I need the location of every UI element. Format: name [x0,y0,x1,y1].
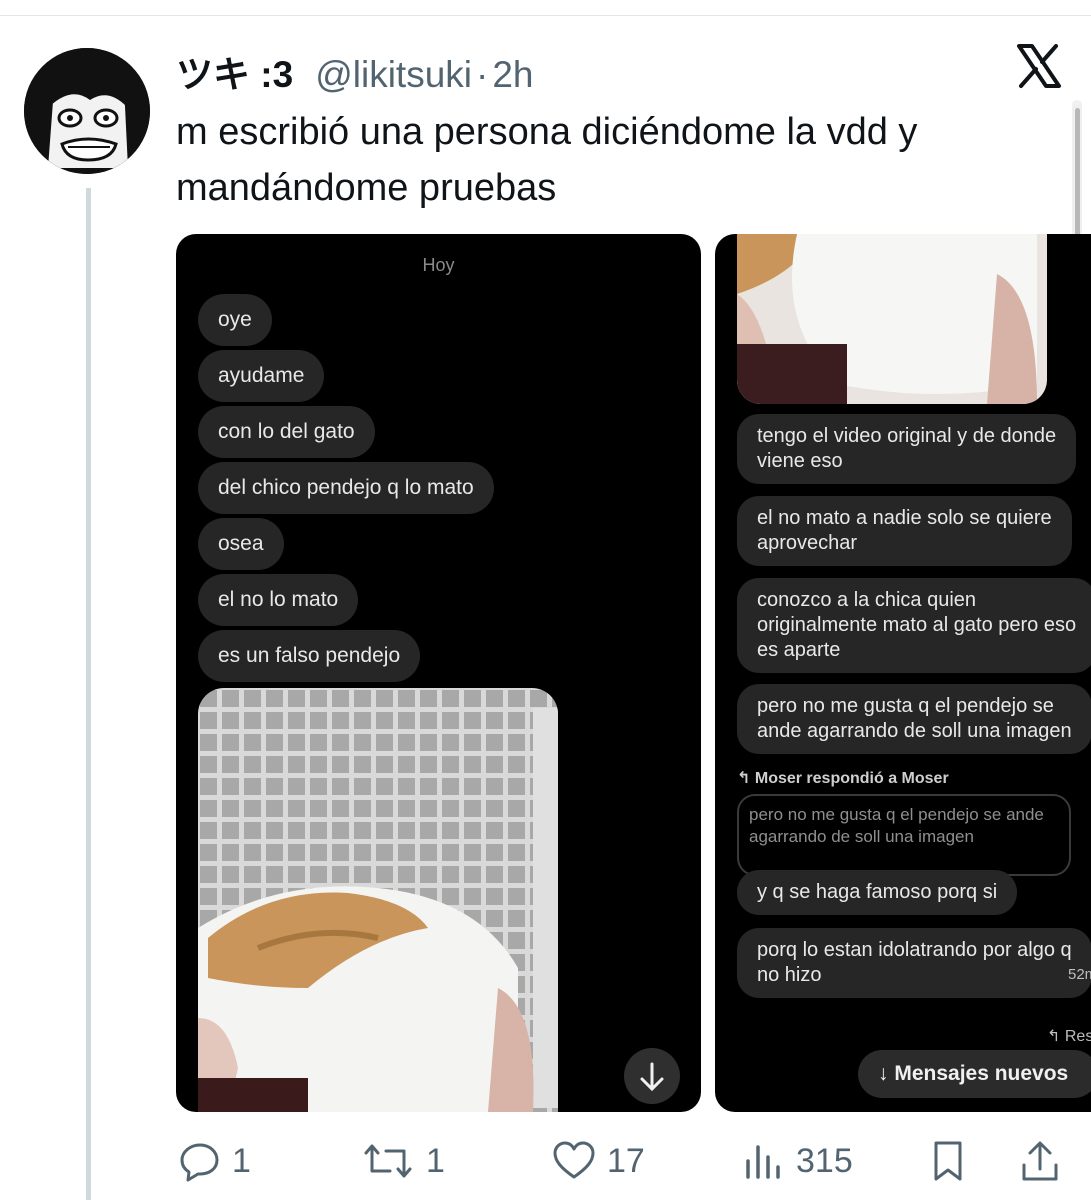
share-action[interactable] [1018,1140,1072,1182]
tweet-header: ツキ :3 @likitsuki · 2h [176,44,533,96]
quoted-message: pero no me gusta q el pendejo se ande ag… [737,794,1071,876]
separator-dot: · [476,54,489,95]
arrow-down-icon [640,1062,664,1092]
date-label: Hoy [422,255,455,275]
message-time: 52m [1068,966,1091,983]
thread-line [86,188,91,1200]
reply-header: ↰ Moser respondió a Moser [737,770,949,787]
message-bubble: el no mato a nadie solo se quiere aprove… [737,496,1072,566]
reply-icon [180,1143,219,1182]
reply-arrow-icon: ↰ [1047,1028,1065,1045]
repost-icon [364,1144,412,1178]
like-count: 17 [607,1141,645,1180]
message-bubble: ayudame [198,350,325,402]
reply-arrow-icon: ↰ [737,770,755,787]
display-name[interactable]: ツキ :3 [176,44,293,98]
message-bubble: y q se haga famoso porq si [737,870,1018,915]
like-icon [553,1141,595,1179]
repost-action[interactable]: 1 [360,1140,445,1182]
message-bubble: osea [198,518,284,570]
repost-count: 1 [426,1141,445,1180]
message-bubble: es un falso pendejo [198,630,421,682]
reply-label[interactable]: ↰ Responder [1047,1026,1091,1046]
avatar-drawing [24,48,150,174]
shared-photo-cat-2 [737,234,1047,404]
views-icon [746,1145,780,1179]
avatar[interactable] [24,48,150,174]
bookmark-action[interactable] [928,1140,978,1182]
bookmark-icon [934,1141,962,1181]
top-divider [0,15,1091,16]
reply-action[interactable]: 1 [178,1140,251,1182]
message-bubble: tengo el video original y de donde viene… [737,414,1077,484]
message-bubble: conozco a la chica quien originalmente m… [737,578,1091,673]
scroll-down-button[interactable] [624,1048,680,1104]
shared-photo-cat [198,688,558,1112]
message-bubble: oye [198,294,272,346]
tweet-text: m escribió una persona diciéndome la vdd… [176,111,918,209]
user-handle[interactable]: @likitsuki [315,54,472,96]
message-bubble: con lo del gato [198,406,375,458]
views-count: 315 [796,1141,853,1180]
tweet-time[interactable]: 2h [492,54,533,96]
message-bubble: el no lo mato [198,574,359,626]
message-bubble: del chico pendejo q lo mato [198,462,494,514]
share-icon [1022,1141,1058,1181]
like-action[interactable]: 17 [551,1140,645,1182]
x-logo-icon[interactable] [1015,42,1063,90]
new-messages-button[interactable]: ↓ Mensajes nuevos [858,1050,1091,1098]
message-bubble: porq lo estan idolatrando por algo q no … [737,928,1091,998]
views-action[interactable]: 315 [742,1140,853,1182]
scrollbar-thumb[interactable] [1075,108,1080,248]
reply-count: 1 [232,1141,251,1180]
message-bubble: pero no me gusta q el pendejo se ande ag… [737,684,1091,754]
